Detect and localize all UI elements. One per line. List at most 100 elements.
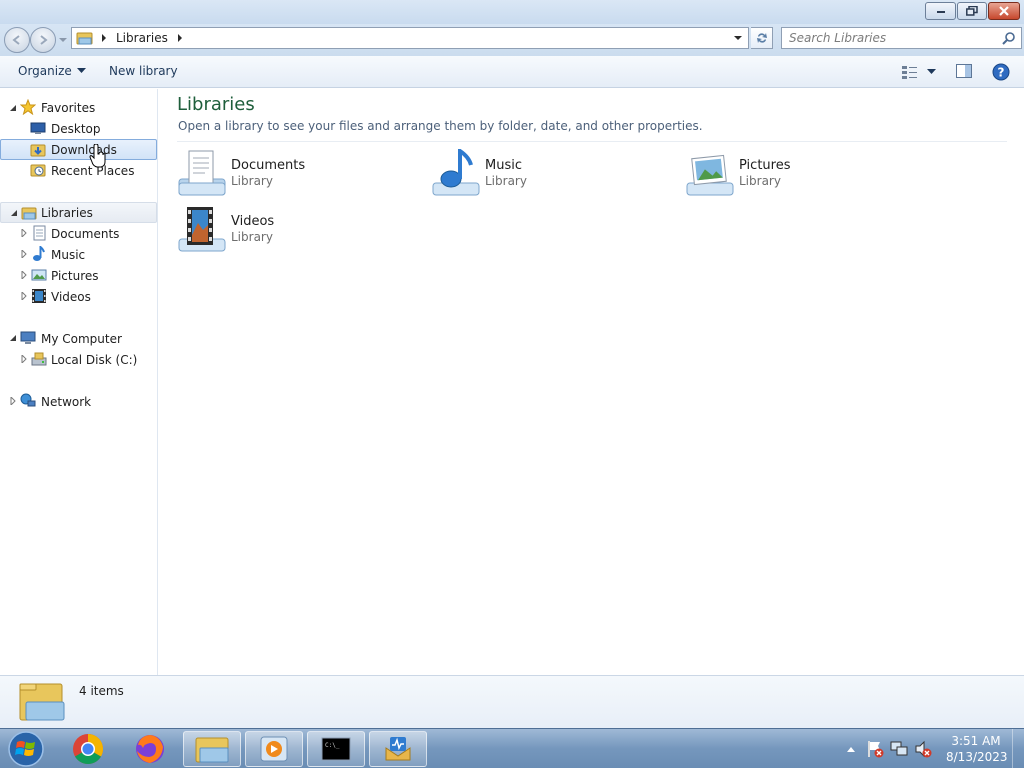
search-icon[interactable] bbox=[1002, 31, 1016, 45]
library-documents[interactable]: Documents Library bbox=[177, 149, 417, 201]
taskbar-chrome[interactable] bbox=[59, 731, 117, 767]
nav-libraries[interactable]: Libraries bbox=[0, 202, 157, 223]
hard-disk-icon bbox=[31, 352, 47, 366]
collapsed-arrow-icon[interactable] bbox=[20, 250, 28, 258]
taskbar-file-explorer[interactable] bbox=[183, 731, 241, 767]
taskbar-firefox[interactable] bbox=[121, 731, 179, 767]
documents-icon bbox=[33, 225, 46, 241]
page-subtitle: Open a library to see your files and arr… bbox=[178, 119, 703, 133]
start-button[interactable] bbox=[6, 730, 46, 768]
nav-network-label: Network bbox=[41, 394, 92, 409]
nav-favorites[interactable]: Favorites bbox=[0, 97, 157, 118]
network-status-icon[interactable] bbox=[890, 740, 908, 758]
forward-button[interactable] bbox=[30, 27, 56, 53]
nav-item-label: Music bbox=[51, 247, 86, 262]
close-button[interactable] bbox=[988, 2, 1020, 20]
chevron-down-icon bbox=[76, 68, 86, 73]
minimize-button[interactable] bbox=[925, 2, 956, 20]
nav-item-label: Pictures bbox=[51, 268, 99, 283]
taskbar-media-player[interactable] bbox=[245, 731, 303, 767]
page-title: Libraries bbox=[177, 94, 255, 115]
taskbar-command-prompt[interactable]: C:\_ bbox=[307, 731, 365, 767]
organize-label: Organize bbox=[18, 64, 72, 78]
hand-cursor-icon bbox=[89, 144, 106, 168]
view-dropdown-icon[interactable] bbox=[927, 69, 936, 75]
collapsed-arrow-icon[interactable] bbox=[9, 397, 17, 405]
explorer-window: Libraries Organize New library ? bbox=[0, 0, 1024, 728]
collapsed-arrow-icon[interactable] bbox=[20, 271, 28, 279]
close-icon bbox=[999, 6, 1009, 16]
restore-icon bbox=[966, 6, 978, 16]
preview-pane-button[interactable] bbox=[956, 64, 973, 79]
library-name: Music bbox=[485, 158, 522, 173]
forward-arrow-icon bbox=[40, 35, 48, 45]
search-box[interactable] bbox=[781, 27, 1022, 49]
taskbar: C:\_ 3:51 AM 8/13/2023 bbox=[0, 728, 1024, 768]
title-bar[interactable] bbox=[0, 0, 1024, 24]
back-button[interactable] bbox=[4, 27, 30, 53]
nav-computer[interactable]: My Computer bbox=[0, 328, 157, 349]
command-prompt-icon: C:\_ bbox=[321, 737, 351, 761]
expanded-arrow-icon[interactable] bbox=[9, 104, 17, 112]
nav-item-label: Desktop bbox=[51, 121, 101, 136]
action-center-icon[interactable] bbox=[866, 740, 884, 758]
pictures-icon bbox=[31, 269, 47, 281]
library-music[interactable]: Music Library bbox=[431, 149, 671, 201]
address-bar[interactable]: Libraries bbox=[71, 27, 749, 49]
details-pane: 4 items bbox=[0, 675, 1024, 728]
new-library-label: New library bbox=[109, 64, 178, 78]
expanded-arrow-icon[interactable] bbox=[9, 334, 17, 342]
nav-item-desktop[interactable]: Desktop bbox=[0, 118, 157, 139]
help-button[interactable]: ? bbox=[992, 63, 1010, 81]
nav-item-pictures[interactable]: Pictures bbox=[0, 265, 157, 286]
app-icon bbox=[385, 737, 411, 761]
recent-places-icon bbox=[30, 164, 46, 177]
expanded-arrow-icon[interactable] bbox=[10, 209, 18, 217]
videos-library-icon bbox=[178, 207, 226, 252]
restore-button[interactable] bbox=[957, 2, 987, 20]
nav-item-videos[interactable]: Videos bbox=[0, 286, 157, 307]
collapsed-arrow-icon[interactable] bbox=[20, 229, 28, 237]
nav-item-downloads[interactable]: Downloads bbox=[0, 139, 157, 160]
breadcrumb-libraries[interactable]: Libraries bbox=[116, 31, 168, 45]
nav-favorites-label: Favorites bbox=[41, 100, 96, 115]
collapsed-arrow-icon[interactable] bbox=[20, 355, 28, 363]
refresh-button[interactable] bbox=[751, 27, 773, 49]
downloads-folder-icon bbox=[30, 144, 46, 157]
change-view-button[interactable] bbox=[902, 65, 918, 79]
organize-button[interactable]: Organize bbox=[18, 64, 86, 78]
address-dropdown-icon[interactable] bbox=[732, 33, 744, 43]
libraries-large-icon bbox=[19, 683, 65, 721]
breadcrumb-separator-icon[interactable] bbox=[174, 33, 186, 43]
nav-item-label: Downloads bbox=[51, 142, 117, 157]
library-videos[interactable]: Videos Library bbox=[177, 205, 417, 257]
content-pane: Libraries Open a library to see your fil… bbox=[159, 89, 1024, 675]
volume-muted-icon[interactable] bbox=[914, 740, 932, 758]
library-type: Library bbox=[485, 174, 527, 188]
show-desktop-button[interactable] bbox=[1012, 729, 1024, 768]
preview-pane-icon bbox=[956, 64, 972, 78]
nav-item-local-disk[interactable]: Local Disk (C:) bbox=[0, 349, 157, 370]
library-name: Documents bbox=[231, 158, 306, 173]
taskbar-app[interactable] bbox=[369, 731, 427, 767]
show-hidden-icons-icon[interactable] bbox=[846, 745, 856, 753]
library-pictures[interactable]: Pictures Library bbox=[685, 149, 925, 201]
nav-item-recent-places[interactable]: Recent Places bbox=[0, 160, 157, 181]
nav-item-documents[interactable]: Documents bbox=[0, 223, 157, 244]
navigation-bar: Libraries bbox=[0, 24, 1024, 56]
music-library-icon bbox=[432, 149, 480, 196]
documents-library-icon bbox=[178, 150, 226, 196]
network-icon bbox=[20, 393, 36, 407]
library-name: Videos bbox=[231, 214, 275, 229]
command-bar: Organize New library ? bbox=[0, 56, 1024, 88]
search-input[interactable] bbox=[789, 31, 999, 45]
breadcrumb-separator-icon[interactable] bbox=[98, 33, 110, 43]
navigation-pane: Favorites Desktop Downloads Recent Place… bbox=[0, 89, 158, 675]
new-library-button[interactable]: New library bbox=[109, 64, 178, 78]
clock[interactable]: 3:51 AM 8/13/2023 bbox=[946, 733, 1008, 765]
nav-item-music[interactable]: Music bbox=[0, 244, 157, 265]
file-explorer-icon bbox=[195, 737, 229, 763]
recent-pages-dropdown-icon[interactable] bbox=[58, 34, 68, 46]
collapsed-arrow-icon[interactable] bbox=[20, 292, 28, 300]
nav-network[interactable]: Network bbox=[0, 391, 157, 412]
